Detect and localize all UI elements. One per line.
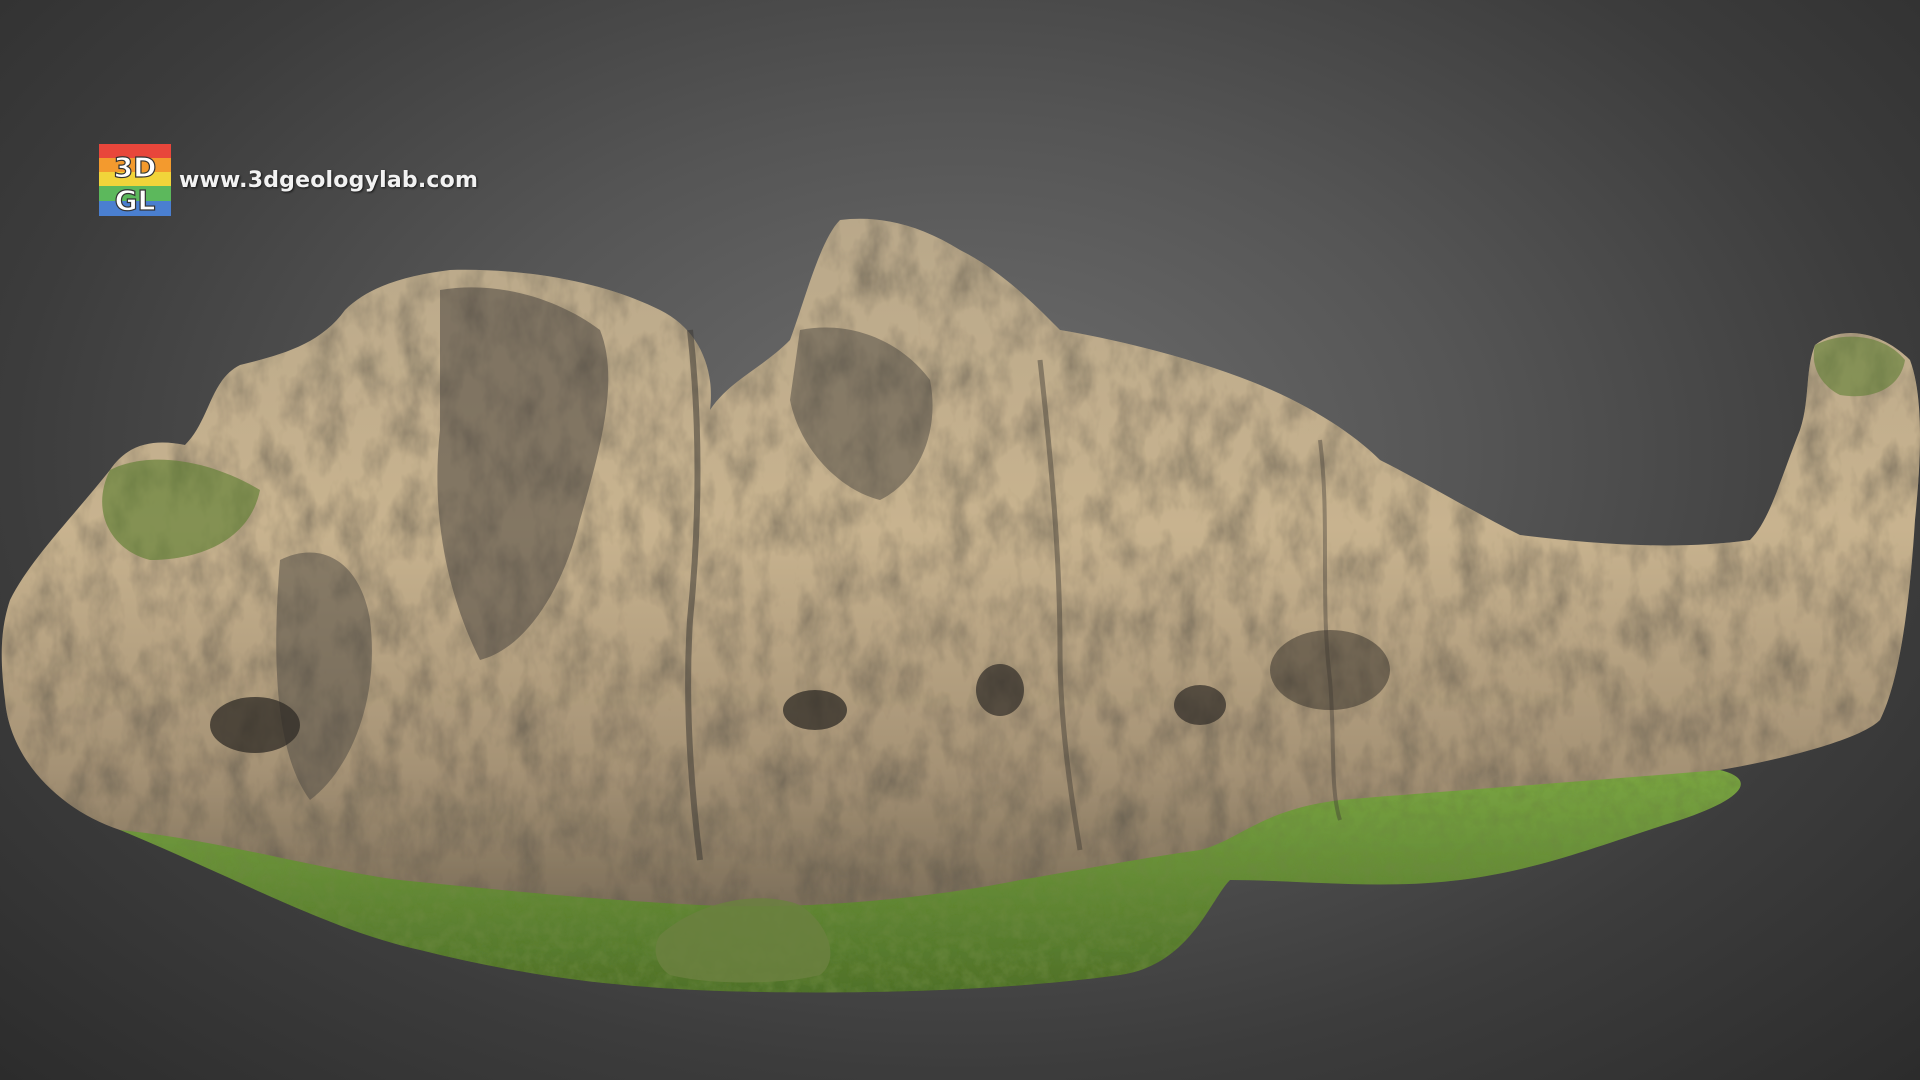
cave-hollow-2 — [783, 690, 847, 730]
logo-text-top: 3D — [114, 151, 157, 184]
3dgl-logo: 3D GL — [99, 144, 171, 216]
cave-hollow-4 — [1174, 685, 1226, 725]
cave-hollow-1 — [210, 697, 300, 753]
watermark: 3D GL www.3dgeologylab.com — [99, 144, 478, 216]
cave-hollow-3 — [976, 664, 1024, 716]
logo-text-bottom: GL — [115, 184, 156, 216]
site-url: www.3dgeologylab.com — [179, 167, 479, 193]
cave-hollow-5 — [1270, 630, 1390, 710]
model-viewer[interactable]: 3D GL www.3dgeologylab.com — [0, 0, 1920, 1080]
